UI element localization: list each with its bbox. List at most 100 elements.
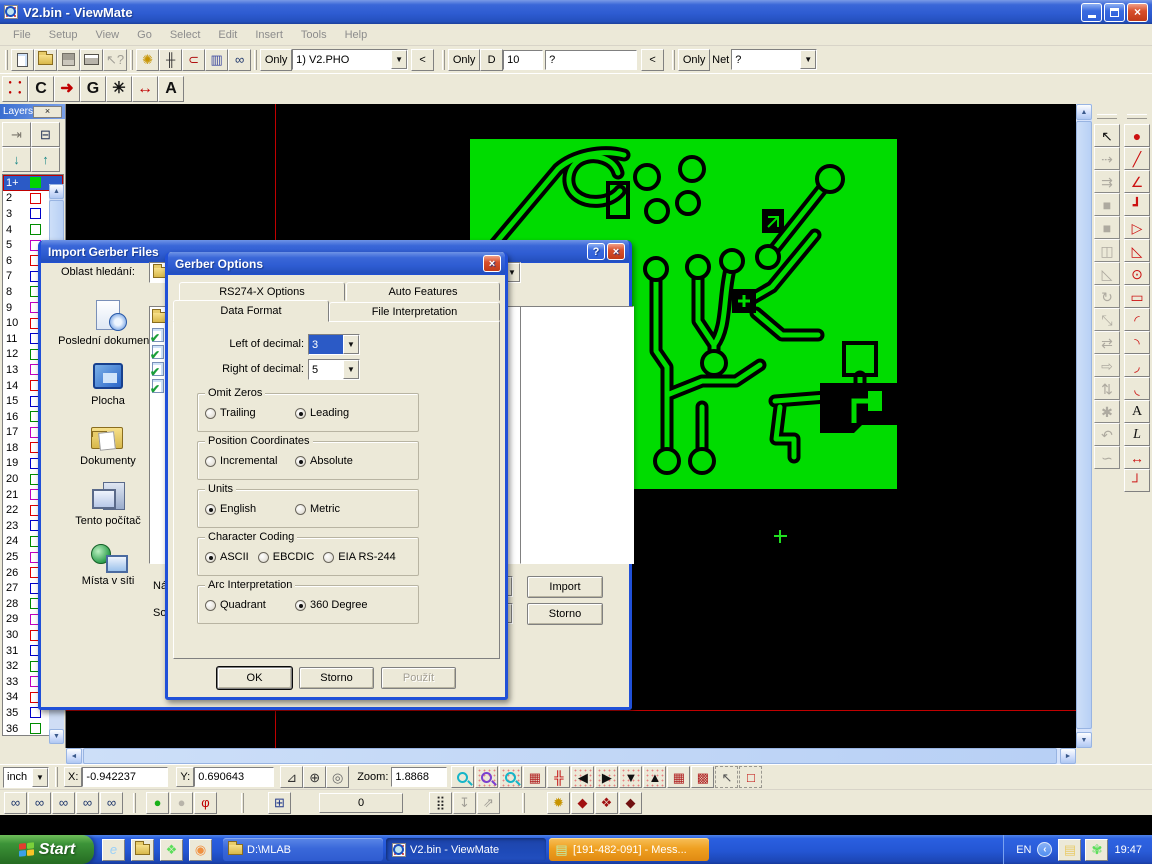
select-stretch-button[interactable]: ↔ [132,76,158,102]
lamp-on-button[interactable]: ● [146,792,169,814]
draw-curve-button[interactable]: ◝ [1124,331,1150,354]
draw-arc-button[interactable]: ◜ [1124,308,1150,331]
place-network[interactable]: Místa v síti [53,540,163,587]
import-cancel-button[interactable]: Storno [527,603,603,625]
close-button[interactable]: × [1127,3,1148,22]
examine-glasses-button[interactable]: ∞ [228,49,251,71]
only-dcode-button[interactable]: Only [448,49,480,71]
flash-mode-button[interactable]: ✹ [547,792,570,814]
scroll-down-icon[interactable]: ▼ [49,729,64,744]
smd-mode-button[interactable]: ◆ [619,792,642,814]
layer-color-swatch[interactable] [30,193,41,204]
menu-setup[interactable]: Setup [40,26,87,44]
resize-frame-button[interactable]: ↖ [715,766,738,788]
restore-button[interactable] [1104,3,1125,22]
draw-polyline-button[interactable]: ∠ [1124,170,1150,193]
import-button[interactable]: Import [527,576,603,598]
taskbar-item-viewmate[interactable]: V2.bin - ViewMate [386,838,546,861]
dialog-close-button[interactable]: × [607,243,625,260]
select-flash-button[interactable]: ✳ [106,76,132,102]
minimize-button[interactable] [1081,3,1102,22]
layer-color-swatch[interactable] [30,177,41,188]
prev-dcode-button[interactable]: < [641,49,664,71]
via-mode-button[interactable]: ❖ [595,792,618,814]
toolbar-grip[interactable] [442,50,445,70]
zoom-value[interactable]: 1.8868 [391,767,447,787]
scroll-up-icon[interactable]: ▲ [49,184,64,199]
open-folder-button[interactable] [34,49,57,71]
radio-leading[interactable]: Leading [295,407,385,419]
draw-label-button[interactable]: L [1124,423,1150,446]
scroll-right-icon[interactable]: ► [1060,748,1076,764]
layer-combobox[interactable]: 1) V2.PHO ▼ [292,49,408,70]
zoom-extents-button[interactable] [499,766,522,788]
zoom-point-button[interactable] [451,766,474,788]
menu-view[interactable]: View [86,26,128,44]
place-recent[interactable]: Poslední dokumenty [53,300,163,347]
chevron-down-icon[interactable]: ▼ [343,360,359,379]
language-indicator[interactable]: EN [1016,844,1031,856]
taskbar-item-folder[interactable]: D:\MLAB [223,838,383,861]
select-group-button[interactable]: G [80,76,106,102]
tab-data-format[interactable]: Data Format [173,300,329,322]
tab-auto-features[interactable]: Auto Features [346,282,500,301]
zoom-select-button[interactable] [475,766,498,788]
highlight-dcode-button[interactable]: ⊂ [182,49,205,71]
draw-text-button[interactable]: A [1124,400,1150,423]
draw-corner-exit-button[interactable]: ┘ [1124,469,1150,492]
radio-trailing[interactable]: Trailing [205,407,295,419]
hscroll-thumb[interactable] [83,748,1057,764]
select-pointer-button[interactable]: ↖ [1094,124,1120,147]
grid-origin-button[interactable]: ▦ [523,766,546,788]
dcode-button[interactable]: D [480,49,503,71]
layers-panel-titlebar[interactable]: Layers × [0,104,65,119]
draw-route-button[interactable]: ▷ [1124,216,1150,239]
scroll-down-icon[interactable]: ▼ [1076,732,1092,748]
select-frame-button[interactable]: □ [739,766,762,788]
scroll-up-icon[interactable]: ▲ [1076,104,1092,120]
move-to-layer-button[interactable]: ⇥ [2,122,31,147]
cancel-button[interactable]: Storno [299,667,374,689]
draw-line-button[interactable]: ╱ [1124,147,1150,170]
lamp-off-button[interactable]: ● [170,792,193,814]
folder-launcher-button[interactable] [131,839,154,861]
toolbar-grip[interactable] [522,793,525,813]
units-combobox[interactable]: inch ▼ [3,767,49,788]
draw-pad-button[interactable]: ● [1124,124,1150,147]
blink-layers-button[interactable]: ✺ [136,49,159,71]
toolbar-grip[interactable] [672,50,675,70]
scroll-left-icon[interactable]: ◄ [66,748,82,764]
dialog-close-button[interactable]: × [483,255,501,272]
layer-up-button[interactable]: ↑ [31,147,60,172]
new-file-button[interactable] [11,49,34,71]
view-layers-button[interactable]: ∞ [28,792,51,814]
place-desktop[interactable]: Plocha [53,360,163,407]
grid-dots-button[interactable]: ⣿ [429,792,452,814]
window-overlay-button[interactable]: ▩ [691,766,714,788]
clipboard-tray-button[interactable]: ▤ [1058,839,1081,861]
help-book-button[interactable]: ❖ [160,839,183,861]
view-all-button[interactable]: ∞ [4,792,27,814]
layer-color-swatch[interactable] [30,208,41,219]
pan-right-button[interactable]: ▶ [595,766,618,788]
tab-rs274x[interactable]: RS274-X Options [179,282,345,301]
radio-ascii[interactable]: ASCII [205,551,249,563]
menu-help[interactable]: Help [336,26,377,44]
lamp-probe-button[interactable]: φ [194,792,217,814]
prev-layer-button[interactable]: < [411,49,434,71]
radio-ebcdic[interactable]: EBCDIC [258,551,315,563]
radio-metric[interactable]: Metric [295,503,385,515]
tab-file-interpretation[interactable]: File Interpretation [329,302,500,321]
select-text-button[interactable]: A [158,76,184,102]
radio-incremental[interactable]: Incremental [205,455,295,467]
toolbar-grip[interactable] [5,50,8,70]
layer-down-button[interactable]: ↓ [2,147,31,172]
origin-button[interactable]: ⊕ [303,766,326,788]
dcode-name-input[interactable]: ? [545,50,637,70]
icq-flower-button[interactable]: ✾ [1085,839,1108,861]
gerber-dialog-titlebar[interactable]: Gerber Options × [168,252,505,275]
print-button[interactable] [80,49,103,71]
taskbar-item-message[interactable]: ▤[191-482-091] - Mess... [549,838,709,861]
menu-edit[interactable]: Edit [209,26,246,44]
layers-close-icon[interactable]: × [33,106,62,118]
